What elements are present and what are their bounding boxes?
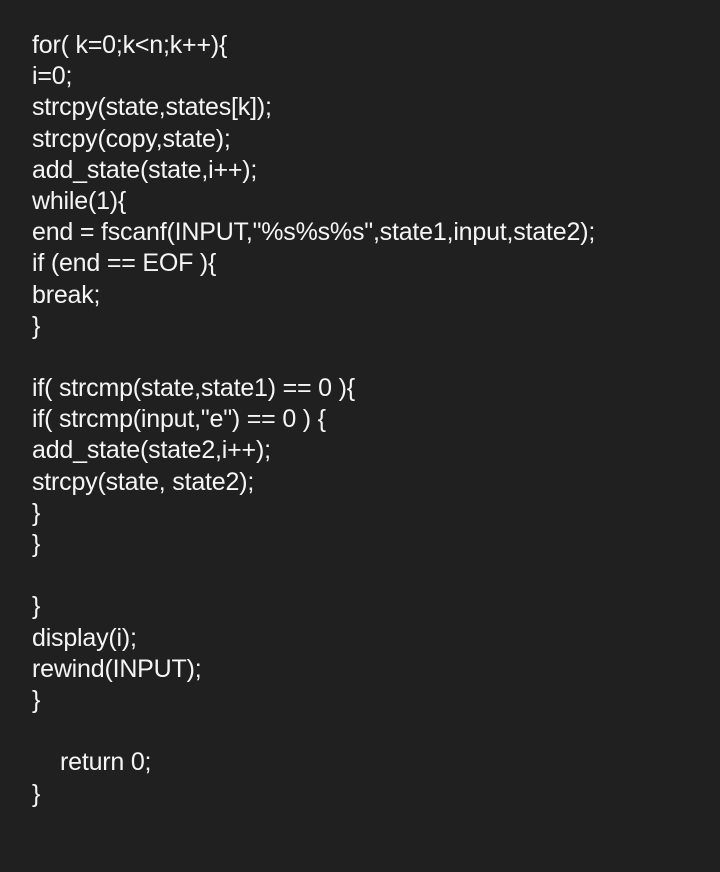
code-line: add_state(state,i++);	[32, 155, 258, 184]
code-line: return 0;	[60, 748, 152, 777]
code-line: strcpy(state,states[k]);	[32, 93, 272, 122]
code-line: }	[32, 685, 41, 714]
code-line: }	[32, 530, 41, 558]
code-line: rewind(INPUT);	[32, 654, 202, 683]
code-line: end = fscanf(INPUT,"%s%s%s",state1,input…	[32, 218, 596, 247]
code-block: for( k=0;k<n;k++){ i=0; strcpy(state,sta…	[32, 30, 595, 810]
code-line: }	[32, 498, 41, 527]
code-line: strcpy(copy,state);	[32, 124, 231, 153]
code-line: break;	[32, 280, 101, 309]
code-line: display(i);	[32, 623, 137, 652]
code-line: add_state(state2,i++);	[32, 436, 271, 465]
code-line: }	[32, 779, 41, 808]
code-line: }	[32, 592, 41, 621]
code-line: if (end == EOF ){	[32, 249, 217, 278]
code-line: i=0;	[32, 62, 73, 91]
code-line: if( strcmp(input,"e") == 0 ) {	[32, 405, 326, 434]
code-line: strcpy(state, state2);	[32, 467, 255, 496]
code-line: for( k=0;k<n;k++){	[32, 31, 228, 59]
code-line: if( strcmp(state,state1) == 0 ){	[32, 374, 355, 403]
code-line: while(1){	[32, 186, 127, 215]
code-line: }	[32, 311, 41, 340]
